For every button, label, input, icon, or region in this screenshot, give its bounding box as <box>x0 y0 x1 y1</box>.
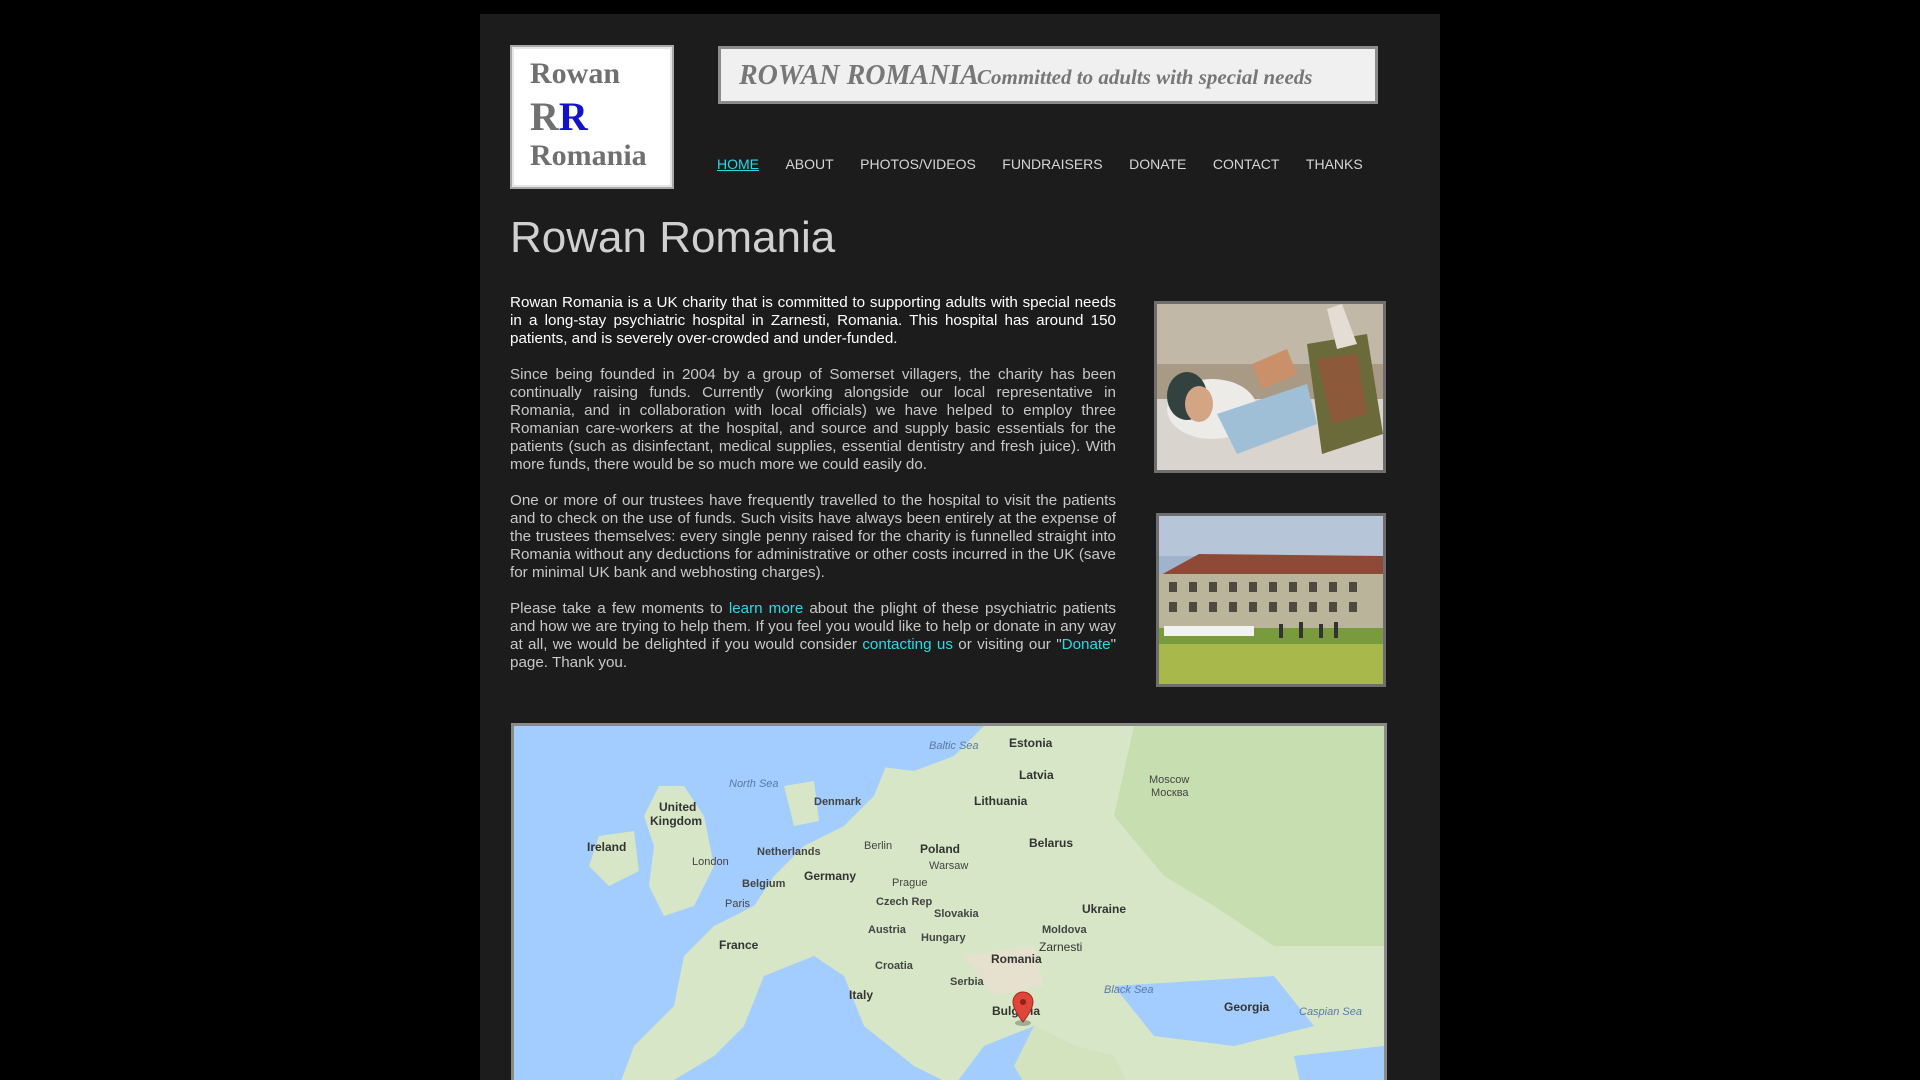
nav-fundraisers[interactable]: FUNDRAISERS <box>1002 156 1102 172</box>
map-label-lithuania: Lithuania <box>974 794 1028 808</box>
map-label-warsaw: Warsaw <box>929 860 969 872</box>
intro-paragraph: Rowan Romania is a UK charity that is co… <box>510 294 1116 347</box>
site-logo[interactable]: Rowan RR Romania <box>510 45 674 189</box>
call-to-action-paragraph: Please take a few moments to learn more … <box>510 600 1116 672</box>
patient-photo-image <box>1157 304 1383 470</box>
banner-subtitle: Committed to adults with special needs <box>977 65 1313 89</box>
map-label-france: France <box>719 938 759 952</box>
banner-title: ROWAN ROMANIA <box>739 60 979 91</box>
nav-photos-videos[interactable]: PHOTOS/VIDEOS <box>860 156 976 172</box>
logo-letter-r1: R <box>530 94 559 139</box>
nav-about[interactable]: ABOUT <box>785 156 833 172</box>
cta-text-3: or visiting our " <box>952 636 1062 653</box>
logo-letter-r2: R <box>558 94 588 139</box>
nav-home[interactable]: HOME <box>717 156 759 172</box>
logo-line-1: Rowan <box>530 57 621 90</box>
map-label-serbia: Serbia <box>950 976 984 988</box>
map-label-united: United <box>659 800 697 814</box>
contacting-us-link[interactable]: contacting us <box>862 636 953 653</box>
hospital-photo[interactable] <box>1156 513 1386 687</box>
map-label-belgium: Belgium <box>742 878 786 890</box>
logo-line-3: Romania <box>530 139 647 172</box>
map-label-north-sea: North Sea <box>729 778 779 790</box>
site-banner: ROWAN ROMANIA Committed to adults with s… <box>718 46 1378 104</box>
map-label-denmark: Denmark <box>814 796 862 808</box>
main-content: Rowan Romania is a UK charity that is co… <box>510 294 1116 690</box>
patient-photo[interactable] <box>1154 301 1386 473</box>
map-label-kingdom: Kingdom <box>650 814 702 828</box>
map-label-georgia: Georgia <box>1224 1000 1270 1014</box>
map-land <box>514 726 1384 1080</box>
map-label-caspian-sea: Caspian Sea <box>1299 1006 1362 1018</box>
map-label-berlin: Berlin <box>864 840 893 852</box>
map-label-ukraine: Ukraine <box>1082 902 1127 916</box>
main-navigation: HOME ABOUT PHOTOS/VIDEOS FUNDRAISERS DON… <box>717 156 1385 176</box>
map-label-baltic-sea: Baltic Sea <box>929 740 979 752</box>
history-paragraph: Since being founded in 2004 by a group o… <box>510 366 1116 473</box>
map-label-moldova: Moldova <box>1042 924 1087 936</box>
map-pin-icon[interactable] <box>1011 990 1035 1026</box>
trustees-paragraph: One or more of our trustees have frequen… <box>510 492 1116 581</box>
cta-text-1: Please take a few moments to <box>510 600 729 617</box>
learn-more-link[interactable]: learn more <box>729 600 803 617</box>
map-label-latvia: Latvia <box>1019 768 1054 782</box>
map-label-black-sea: Black Sea <box>1104 984 1154 996</box>
map-label-slovakia: Slovakia <box>934 908 979 920</box>
map-label-poland: Poland <box>920 842 961 856</box>
map-label-ireland: Ireland <box>587 840 627 854</box>
map-label-belarus: Belarus <box>1029 836 1074 850</box>
map-label-moscow-ru: Москва <box>1151 787 1189 799</box>
map-label-croatia: Croatia <box>875 960 913 972</box>
hospital-photo-image <box>1159 516 1383 684</box>
nav-donate[interactable]: DONATE <box>1129 156 1186 172</box>
map-label-paris: Paris <box>725 898 751 910</box>
map-label-czech-rep: Czech Rep <box>876 896 933 908</box>
logo-line-2: RR <box>530 93 588 140</box>
map-label-zarnesti: Zarnesti <box>1039 940 1083 954</box>
map-label-germany: Germany <box>804 869 857 883</box>
map-label-austria: Austria <box>868 924 906 936</box>
location-map[interactable]: Estonia Baltic Sea Latvia North Sea Denm… <box>511 723 1387 1080</box>
donate-link[interactable]: Donate <box>1062 636 1111 653</box>
map-label-romania: Romania <box>991 952 1042 966</box>
map-label-netherlands: Netherlands <box>757 846 821 858</box>
map-label-estonia: Estonia <box>1009 736 1053 750</box>
map-label-hungary: Hungary <box>921 932 966 944</box>
map-label-london: London <box>692 856 729 868</box>
page-title: Rowan Romania <box>510 213 836 262</box>
map-label-prague: Prague <box>892 877 928 889</box>
page-container: Rowan RR Romania ROWAN ROMANIA Committed… <box>480 14 1440 1080</box>
nav-thanks[interactable]: THANKS <box>1306 156 1363 172</box>
map-label-italy: Italy <box>849 988 874 1002</box>
nav-contact[interactable]: CONTACT <box>1213 156 1280 172</box>
map-label-moscow: Moscow <box>1149 774 1190 786</box>
